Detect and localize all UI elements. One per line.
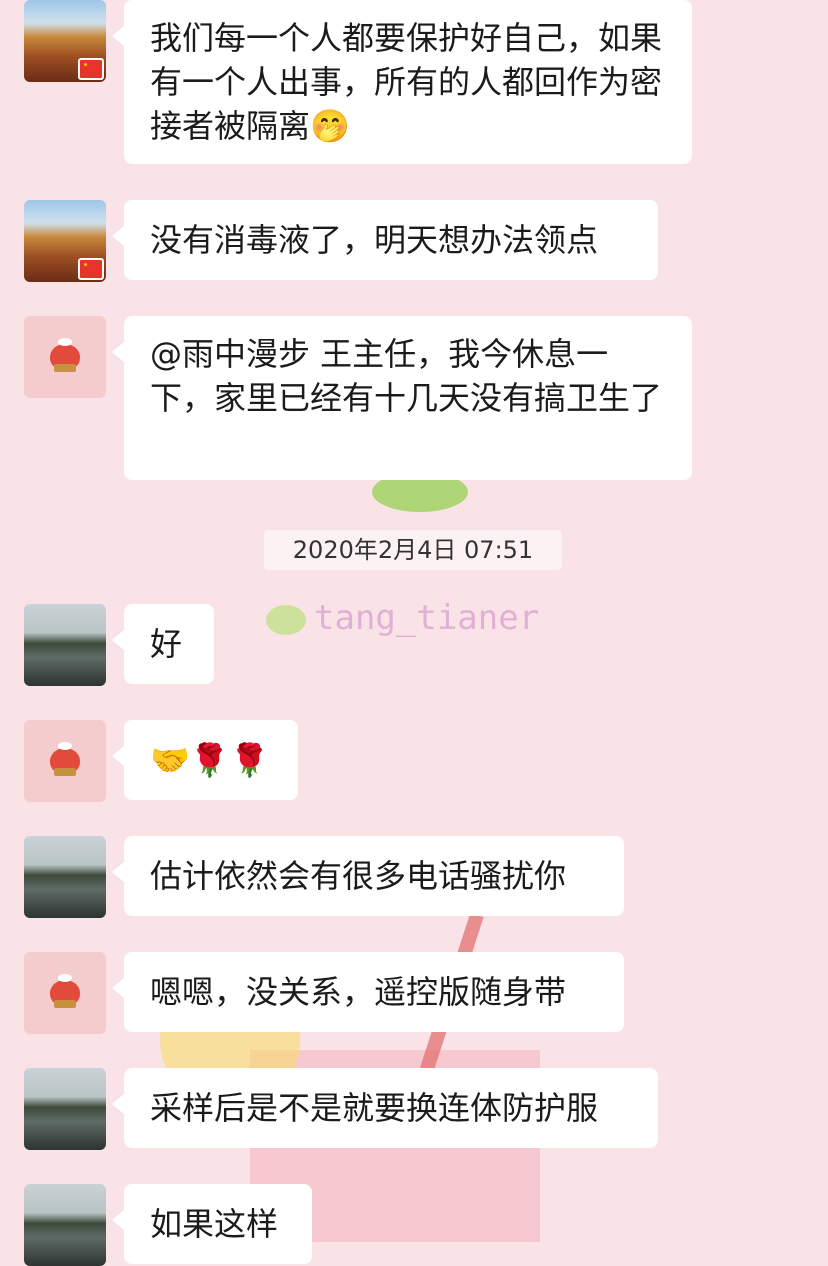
fruit-basket-icon (50, 338, 80, 372)
river-avatar[interactable] (24, 836, 106, 918)
fruit-avatar[interactable] (24, 720, 106, 802)
fruit-basket-icon (50, 742, 80, 776)
canyon-avatar[interactable] (24, 200, 106, 282)
fruit-avatar[interactable] (24, 316, 106, 398)
wechat-icon (266, 604, 306, 635)
river-avatar[interactable] (24, 1068, 106, 1150)
message-bubble[interactable]: 如果这样 (112, 1184, 312, 1264)
fruit-avatar[interactable] (24, 952, 106, 1034)
message-bubble[interactable]: 好 (112, 604, 214, 684)
message-bubble[interactable]: @雨中漫步 王主任，我今休息一下，家里已经有十几天没有搞卫生了 (112, 316, 692, 480)
canyon-avatar[interactable] (24, 0, 106, 82)
message-bubble[interactable]: 我们每一个人都要保护好自己，如果有一个人出事，所有的人都回作为密接者被隔离🤭 (112, 0, 692, 164)
river-avatar[interactable] (24, 1184, 106, 1266)
timestamp: 2020年2月4日 07:51 (264, 530, 562, 570)
message-bubble[interactable]: 估计依然会有很多电话骚扰你 (112, 836, 624, 916)
message-bubble[interactable]: 采样后是不是就要换连体防护服 (112, 1068, 658, 1148)
china-flag-icon (78, 258, 104, 280)
watermark: tang_tianer (266, 598, 539, 638)
message-bubble[interactable]: 🤝🌹🌹 (112, 720, 298, 800)
river-avatar[interactable] (24, 604, 106, 686)
china-flag-icon (78, 58, 104, 80)
message-bubble[interactable]: 嗯嗯，没关系，遥控版随身带 (112, 952, 624, 1032)
fruit-basket-icon (50, 974, 80, 1008)
watermark-handle: tang_tianer (314, 598, 540, 638)
message-bubble[interactable]: 没有消毒液了，明天想办法领点 (112, 200, 658, 280)
chat-area[interactable]: tang_tianer 我们每一个人都要保护好自己，如果有一个人出事，所有的人都… (0, 0, 828, 1266)
